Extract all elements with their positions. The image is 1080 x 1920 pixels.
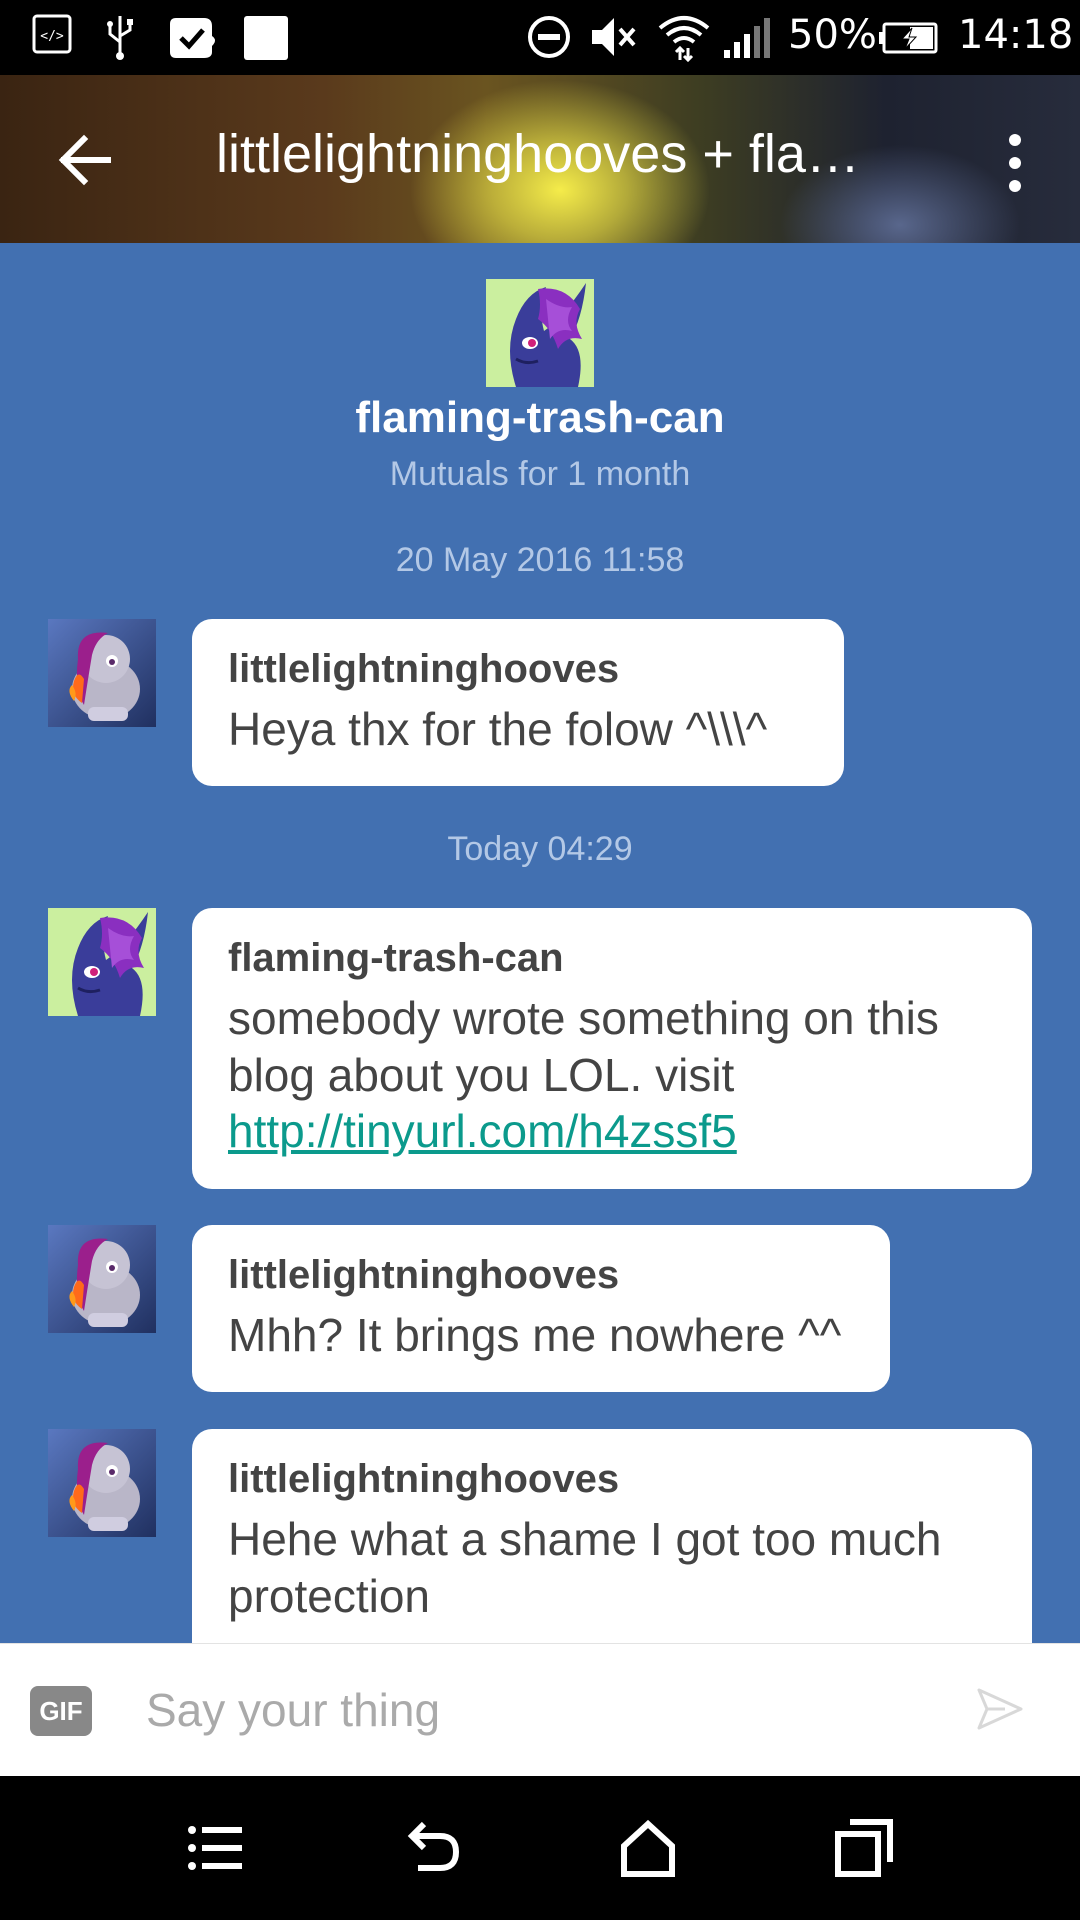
recents-icon[interactable] bbox=[832, 1816, 896, 1880]
home-icon[interactable] bbox=[616, 1816, 680, 1880]
back-icon[interactable] bbox=[400, 1816, 464, 1880]
message-bubble: littlelightninghooves Heya thx for the f… bbox=[192, 619, 844, 786]
back-arrow-icon[interactable] bbox=[50, 125, 120, 195]
message-sender: littlelightninghooves bbox=[228, 647, 620, 691]
battery-percentage: 50% bbox=[788, 12, 877, 58]
notification-square-icon bbox=[244, 16, 288, 60]
message-link[interactable]: http://tinyurl.com/h4zssf5 bbox=[228, 1105, 737, 1157]
do-not-disturb-icon bbox=[528, 16, 570, 58]
message-sender: littlelightninghooves bbox=[228, 1253, 620, 1297]
message-bubble: littlelightninghooves Hehe what a shame … bbox=[192, 1429, 1032, 1643]
participant-name[interactable]: flaming-trash-can bbox=[0, 393, 1080, 443]
developer-icon: </> bbox=[32, 14, 72, 54]
status-time: 14:18 bbox=[958, 12, 1074, 58]
avatar[interactable] bbox=[48, 619, 156, 727]
message-text: somebody wrote something on this blog ab… bbox=[228, 990, 996, 1160]
gif-button[interactable]: GIF bbox=[30, 1686, 92, 1736]
usb-icon bbox=[107, 16, 133, 60]
check-icon bbox=[170, 18, 215, 58]
message-text: Mhh? It brings me nowhere ^^ bbox=[228, 1309, 842, 1361]
message-text: Hehe what a shame I got too much protect… bbox=[228, 1513, 942, 1622]
avatar[interactable] bbox=[48, 1225, 156, 1333]
message-bubble: flaming-trash-can somebody wrote somethi… bbox=[192, 908, 1032, 1189]
mute-icon bbox=[592, 18, 636, 56]
message-sender: littlelightninghooves bbox=[228, 1457, 620, 1501]
message-sender: flaming-trash-can bbox=[228, 936, 564, 980]
more-vertical-icon[interactable] bbox=[990, 123, 1040, 203]
message-composer: GIF bbox=[0, 1643, 1080, 1777]
message-input[interactable] bbox=[146, 1672, 946, 1748]
battery-charging-icon bbox=[879, 22, 938, 54]
avatar[interactable] bbox=[48, 1429, 156, 1537]
conversation-view[interactable]: flaming-trash-can Mutuals for 1 month 20… bbox=[0, 243, 1080, 1643]
avatar[interactable] bbox=[486, 279, 594, 387]
app-bar: littlelightninghooves + flaming-trash-ca… bbox=[0, 75, 1080, 243]
signal-icon bbox=[724, 18, 770, 58]
navigation-bar bbox=[0, 1776, 1080, 1920]
svg-text:</>: </> bbox=[40, 29, 64, 44]
mutuals-status: Mutuals for 1 month bbox=[389, 455, 691, 493]
timestamp: Today 04:29 bbox=[447, 830, 633, 868]
message-text-part: somebody wrote something on this blog ab… bbox=[228, 992, 939, 1101]
send-icon[interactable] bbox=[975, 1684, 1025, 1734]
status-bar: </> 50% 14:18 bbox=[0, 0, 1080, 75]
menu-icon[interactable] bbox=[184, 1816, 248, 1880]
message-text: Heya thx for the folow ^\\\^ bbox=[228, 703, 768, 755]
avatar[interactable] bbox=[48, 908, 156, 1016]
wifi-icon bbox=[658, 16, 710, 62]
conversation-title: littlelightninghooves + flaming-trash-ca… bbox=[216, 124, 896, 184]
message-bubble: littlelightninghooves Mhh? It brings me … bbox=[192, 1225, 890, 1392]
timestamp: 20 May 2016 11:58 bbox=[395, 541, 685, 579]
